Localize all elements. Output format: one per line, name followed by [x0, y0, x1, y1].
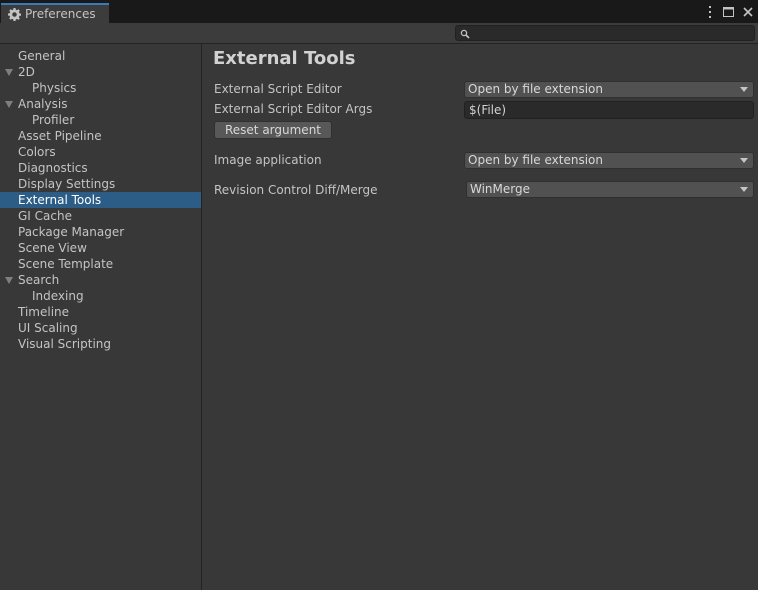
- sidebar-item-label: Timeline: [18, 305, 70, 319]
- image-application-label: Image application: [214, 153, 322, 167]
- sidebar-item-label: Analysis: [18, 97, 68, 111]
- preferences-tab[interactable]: Preferences: [1, 3, 109, 23]
- sidebar-item-physics[interactable]: Physics: [0, 80, 201, 96]
- title-bar: Preferences: [0, 0, 758, 23]
- sidebar-item-search[interactable]: Search: [0, 272, 201, 288]
- sidebar-item-general[interactable]: General: [0, 48, 201, 64]
- expand-arrow-icon[interactable]: [5, 69, 13, 76]
- sidebar-item-label: Scene Template: [18, 257, 114, 271]
- kebab-menu-icon[interactable]: [703, 5, 716, 19]
- chevron-down-icon: [740, 158, 748, 163]
- image-application-value: Open by file extension: [468, 153, 603, 167]
- sidebar-item-label: Diagnostics: [18, 161, 88, 175]
- sidebar-item-gi-cache[interactable]: GI Cache: [0, 208, 201, 224]
- chevron-down-icon: [740, 187, 748, 192]
- sidebar-item-display-settings[interactable]: Display Settings: [0, 176, 201, 192]
- sidebar-item-indexing[interactable]: Indexing: [0, 288, 201, 304]
- sidebar-item-label: Colors: [18, 145, 56, 159]
- external-tools-panel: External Tools External Script Editor Op…: [203, 44, 758, 590]
- sidebar-item-label: Search: [18, 273, 60, 287]
- sidebar-item-label: Physics: [32, 81, 77, 95]
- image-application-dropdown[interactable]: Open by file extension: [464, 152, 754, 169]
- expand-arrow-icon[interactable]: [5, 101, 13, 108]
- close-icon[interactable]: [741, 5, 754, 19]
- sidebar-item-scene-view[interactable]: Scene View: [0, 240, 201, 256]
- revision-control-value: WinMerge: [470, 182, 530, 196]
- sidebar-item-label: Scene View: [18, 241, 87, 255]
- sidebar-item-label: 2D: [18, 65, 35, 79]
- sidebar-item-label: Visual Scripting: [18, 337, 111, 351]
- gear-icon: [8, 7, 21, 21]
- external-script-editor-value: Open by file extension: [468, 82, 603, 96]
- sidebar-item-ui-scaling[interactable]: UI Scaling: [0, 320, 201, 336]
- sidebar-item-label: Profiler: [32, 113, 75, 127]
- external-script-editor-args-label: External Script Editor Args: [214, 102, 373, 116]
- sidebar-item-asset-pipeline[interactable]: Asset Pipeline: [0, 128, 201, 144]
- revision-control-dropdown[interactable]: WinMerge: [466, 181, 754, 198]
- external-script-editor-dropdown[interactable]: Open by file extension: [464, 81, 754, 98]
- sidebar-item-package-manager[interactable]: Package Manager: [0, 224, 201, 240]
- search-field[interactable]: [455, 25, 755, 41]
- sidebar-item-label: Asset Pipeline: [18, 129, 102, 143]
- sidebar-item-visual-scripting[interactable]: Visual Scripting: [0, 336, 201, 352]
- sidebar-item-label: External Tools: [18, 193, 102, 207]
- toolbar: [0, 23, 758, 44]
- sidebar-item-external-tools[interactable]: External Tools: [0, 192, 201, 208]
- search-input[interactable]: [472, 26, 750, 40]
- preferences-sidebar: General 2D Physics Analysis Profiler Asset Pi…: [0, 44, 202, 590]
- sidebar-item-timeline[interactable]: Timeline: [0, 304, 201, 320]
- maximize-icon[interactable]: [722, 5, 735, 19]
- sidebar-item-label: GI Cache: [18, 209, 72, 223]
- sidebar-item-2d[interactable]: 2D: [0, 64, 201, 80]
- window-controls: [703, 4, 754, 20]
- sidebar-item-label: UI Scaling: [18, 321, 78, 335]
- reset-argument-button[interactable]: Reset argument: [214, 121, 332, 139]
- sidebar-item-label: General: [18, 49, 66, 63]
- sidebar-item-analysis[interactable]: Analysis: [0, 96, 201, 112]
- tab-label: Preferences: [25, 7, 96, 21]
- sidebar-item-diagnostics[interactable]: Diagnostics: [0, 160, 201, 176]
- revision-control-label: Revision Control Diff/Merge: [214, 183, 378, 197]
- page-title: External Tools: [213, 48, 356, 69]
- expand-arrow-icon[interactable]: [5, 277, 13, 284]
- external-script-editor-args-field[interactable]: $(File): [464, 101, 754, 119]
- sidebar-item-scene-template[interactable]: Scene Template: [0, 256, 201, 272]
- sidebar-item-profiler[interactable]: Profiler: [0, 112, 201, 128]
- chevron-down-icon: [740, 87, 748, 92]
- external-script-editor-label: External Script Editor: [214, 82, 342, 96]
- sidebar-item-label: Package Manager: [18, 225, 125, 239]
- sidebar-item-label: Display Settings: [18, 177, 116, 191]
- sidebar-item-colors[interactable]: Colors: [0, 144, 201, 160]
- search-icon: [460, 28, 470, 39]
- sidebar-item-label: Indexing: [32, 289, 84, 303]
